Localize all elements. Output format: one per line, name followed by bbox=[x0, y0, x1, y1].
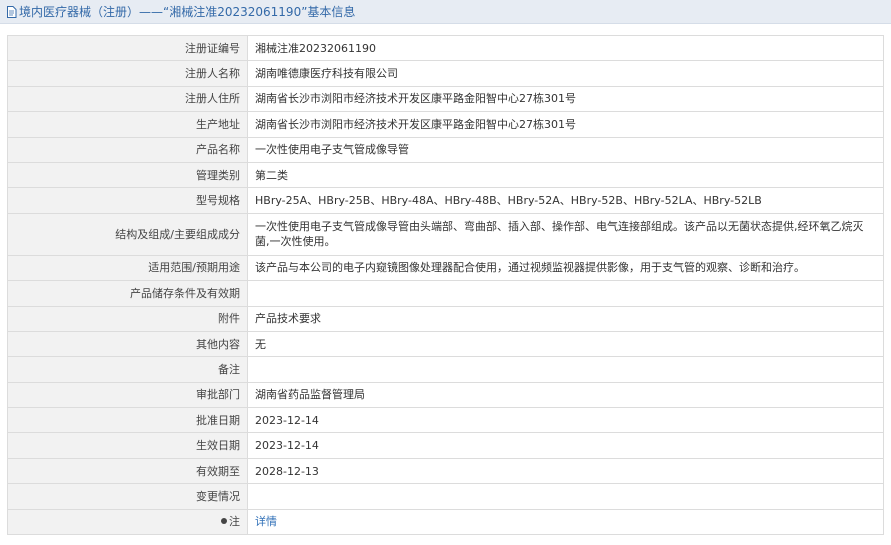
page-title: 境内医疗器械（注册）——“湘械注准20232061190”基本信息 bbox=[19, 5, 356, 19]
table-row: 生效日期 2023-12-14 bbox=[7, 432, 884, 459]
table-row: 产品储存条件及有效期 bbox=[7, 280, 884, 307]
details-link[interactable]: 详情 bbox=[255, 515, 277, 528]
row-value: 2023-12-14 bbox=[247, 407, 884, 434]
table-row: 附件 产品技术要求 bbox=[7, 305, 884, 332]
table-row: 结构及组成/主要组成成分 一次性使用电子支气管成像导管由头端部、弯曲部、插入部、… bbox=[7, 212, 884, 256]
row-value: 湖南唯德康医疗科技有限公司 bbox=[247, 60, 884, 87]
row-value bbox=[247, 280, 884, 307]
row-value: 产品技术要求 bbox=[247, 305, 884, 332]
table-row: 注册人住所 湖南省长沙市浏阳市经济技术开发区康平路金阳智中心27栋301号 bbox=[7, 85, 884, 113]
row-label: 变更情况 bbox=[7, 483, 248, 510]
row-value: HBry-25A、HBry-25B、HBry-48A、HBry-48B、HBry… bbox=[247, 187, 884, 214]
row-label: 备注 bbox=[7, 356, 248, 383]
row-value: 湖南省长沙市浏阳市经济技术开发区康平路金阳智中心27栋301号 bbox=[247, 85, 884, 113]
table-row: 适用范围/预期用途 该产品与本公司的电子内窥镜图像处理器配合使用，通过视频监视器… bbox=[7, 254, 884, 282]
row-value bbox=[247, 483, 884, 510]
row-label: 型号规格 bbox=[7, 187, 248, 214]
row-label: 产品名称 bbox=[7, 136, 248, 163]
note-label: 注 bbox=[229, 515, 240, 529]
note-row: 注 详情 bbox=[7, 508, 884, 536]
row-label: 生产地址 bbox=[7, 111, 248, 138]
table-row: 有效期至 2028-12-13 bbox=[7, 457, 884, 485]
table-row: 审批部门 湖南省药品监督管理局 bbox=[7, 381, 884, 409]
table-row: 备注 bbox=[7, 356, 884, 383]
row-label: 适用范围/预期用途 bbox=[7, 254, 248, 282]
table-row: 生产地址 湖南省长沙市浏阳市经济技术开发区康平路金阳智中心27栋301号 bbox=[7, 111, 884, 138]
table-row: 批准日期 2023-12-14 bbox=[7, 407, 884, 434]
row-value: 第二类 bbox=[247, 161, 884, 189]
row-label: 注册人住所 bbox=[7, 85, 248, 113]
row-label: 批准日期 bbox=[7, 407, 248, 434]
note-label-cell: 注 bbox=[7, 508, 248, 536]
row-label: 其他内容 bbox=[7, 330, 248, 358]
row-label: 审批部门 bbox=[7, 381, 248, 409]
pin-icon bbox=[221, 518, 227, 525]
row-value: 2023-12-14 bbox=[247, 432, 884, 459]
page-header: 境内医疗器械（注册）——“湘械注准20232061190”基本信息 bbox=[0, 0, 891, 24]
row-value: 无 bbox=[247, 330, 884, 358]
row-value: 一次性使用电子支气管成像导管 bbox=[247, 136, 884, 163]
row-value: 2028-12-13 bbox=[247, 457, 884, 485]
row-label: 注册证编号 bbox=[7, 34, 248, 62]
info-table: 注册证编号 湘械注准20232061190 注册人名称 湖南唯德康医疗科技有限公… bbox=[7, 34, 884, 536]
row-value: 湖南省药品监督管理局 bbox=[247, 381, 884, 409]
document-icon bbox=[7, 5, 17, 18]
table-row: 产品名称 一次性使用电子支气管成像导管 bbox=[7, 136, 884, 163]
row-label: 管理类别 bbox=[7, 161, 248, 189]
row-label: 附件 bbox=[7, 305, 248, 332]
table-row: 变更情况 bbox=[7, 483, 884, 510]
row-value: 该产品与本公司的电子内窥镜图像处理器配合使用，通过视频监视器提供影像，用于支气管… bbox=[247, 254, 884, 282]
table-row: 注册证编号 湘械注准20232061190 bbox=[7, 34, 884, 62]
row-value bbox=[247, 356, 884, 383]
row-label: 产品储存条件及有效期 bbox=[7, 280, 248, 307]
table-row: 其他内容 无 bbox=[7, 330, 884, 358]
row-value: 一次性使用电子支气管成像导管由头端部、弯曲部、插入部、操作部、电气连接部组成。该… bbox=[247, 212, 884, 256]
table-row: 管理类别 第二类 bbox=[7, 161, 884, 189]
row-label: 有效期至 bbox=[7, 457, 248, 485]
row-label: 注册人名称 bbox=[7, 60, 248, 87]
note-value-cell: 详情 bbox=[247, 508, 884, 536]
row-label: 结构及组成/主要组成成分 bbox=[7, 212, 248, 256]
row-value: 湘械注准20232061190 bbox=[247, 34, 884, 62]
row-label: 生效日期 bbox=[7, 432, 248, 459]
table-row: 型号规格 HBry-25A、HBry-25B、HBry-48A、HBry-48B… bbox=[7, 187, 884, 214]
table-row: 注册人名称 湖南唯德康医疗科技有限公司 bbox=[7, 60, 884, 87]
row-value: 湖南省长沙市浏阳市经济技术开发区康平路金阳智中心27栋301号 bbox=[247, 111, 884, 138]
